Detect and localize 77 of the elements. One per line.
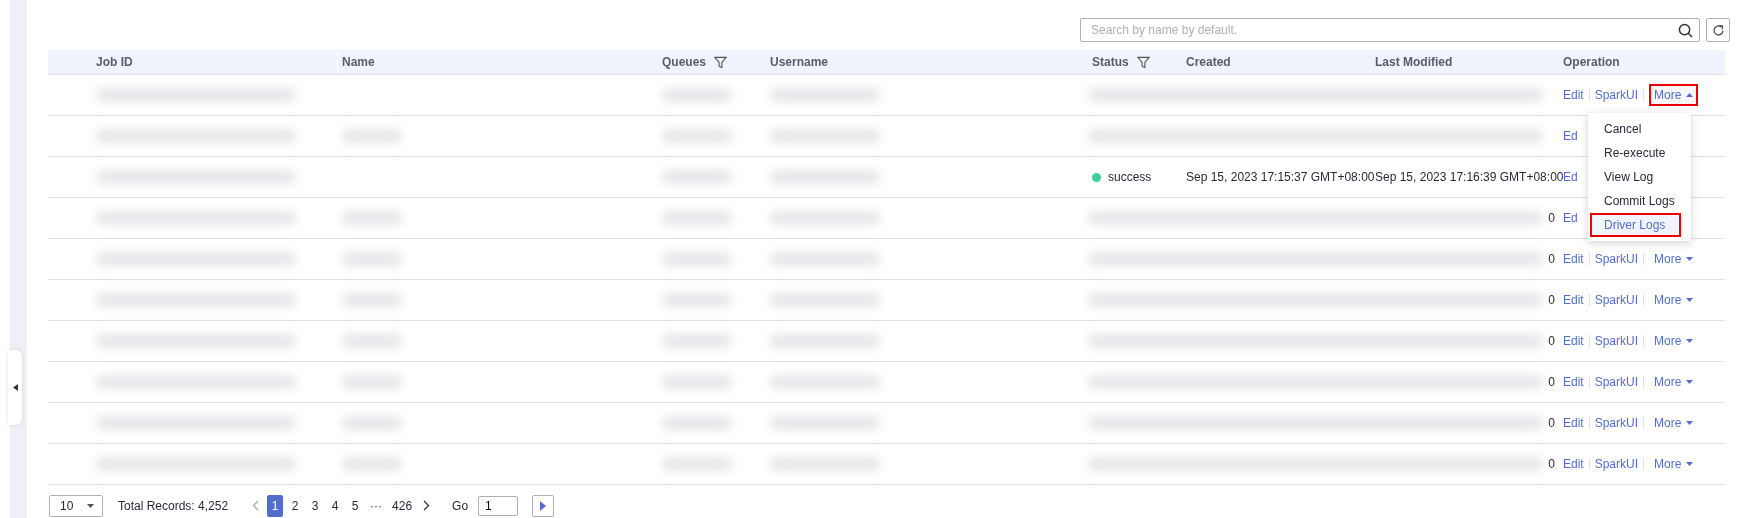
column-header: Last Modified [1375,55,1453,69]
collapse-handle[interactable] [8,350,22,425]
page-button[interactable]: 3 [307,494,324,517]
date-text: 0 [1548,416,1555,430]
status-text: success [1108,170,1152,184]
date-text: 0 [1548,293,1555,307]
play-icon [540,500,547,511]
chevron-right-icon[interactable] [423,500,431,511]
more-dropdown[interactable]: More [1649,248,1699,270]
page-button[interactable]: 4 [327,494,344,517]
search-icon [1678,23,1693,38]
go-label: Go [452,498,469,513]
menu-item[interactable]: View Log [1590,165,1689,189]
date-text: 0 [1548,457,1555,471]
operation-link[interactable]: Edit [1563,334,1584,348]
more-dropdown[interactable]: More [1649,412,1699,434]
operation-link[interactable]: Edit [1563,88,1584,102]
menu-item[interactable]: Re-execute [1590,141,1689,165]
caret-down-icon [87,503,94,508]
go-button[interactable] [532,494,555,517]
page-button[interactable]: 426 [389,494,416,517]
caret-icon [1686,380,1694,384]
search-field[interactable]: Search by name by default. [1080,18,1700,42]
page-button[interactable]: 1 [267,494,284,517]
page-input[interactable]: 1 [478,495,519,516]
more-dropdown[interactable]: More [1649,371,1699,393]
operation-link[interactable]: SparkUI [1594,416,1639,430]
operation-link[interactable]: SparkUI [1594,375,1639,389]
column-header: Created [1186,55,1231,69]
column-header: Operation [1563,55,1620,69]
date-text: 0 [1548,334,1555,348]
column-header: Queues [662,55,706,69]
filter-icon[interactable] [1136,55,1150,69]
more-dropdown[interactable]: More [1649,84,1699,106]
more-dropdown[interactable]: More [1649,453,1699,475]
date-text: Sep 15, 2023 17:15:37 GMT+08:00 [1186,170,1375,184]
caret-icon [1686,298,1694,302]
operation-link[interactable]: SparkUI [1594,457,1639,471]
date-text: 0 [1548,375,1555,389]
menu-item[interactable]: Driver Logs [1590,213,1681,237]
more-dropdown[interactable]: More [1649,330,1699,352]
caret-icon [1686,421,1694,425]
caret-icon [1686,339,1694,343]
operation-link[interactable]: Edit [1563,293,1584,307]
operation-link[interactable]: Ed [1563,211,1578,225]
column-header: Name [342,55,375,69]
operation-link[interactable]: SparkUI [1594,252,1639,266]
refresh-icon [1711,23,1725,37]
date-text: Sep 15, 2023 17:16:39 GMT+08:00 [1375,170,1564,184]
page-button[interactable]: 2 [287,494,304,517]
more-dropdown[interactable]: More [1649,289,1699,311]
date-text: 0 [1548,211,1555,225]
operation-link[interactable]: Edit [1563,375,1584,389]
operation-link[interactable]: SparkUI [1594,88,1639,102]
total-records: Total Records: 4,252 [118,498,229,513]
date-text: 0 [1548,252,1555,266]
menu-item[interactable]: Cancel [1590,117,1689,141]
operation-link[interactable]: Edit [1563,416,1584,430]
caret-left-icon [12,384,18,391]
column-header: Username [770,55,829,69]
caret-icon [1686,257,1694,261]
operation-link[interactable]: Ed [1563,129,1578,143]
menu-item[interactable]: Commit Logs [1590,189,1689,213]
caret-icon [1686,462,1694,466]
filter-icon[interactable] [714,55,727,69]
operation-link[interactable]: SparkUI [1594,334,1639,348]
operation-link[interactable]: Edit [1563,457,1584,471]
operation-link[interactable]: Edit [1563,252,1584,266]
operation-link[interactable]: SparkUI [1594,293,1639,307]
page-size-select[interactable]: 10 [49,494,103,517]
column-header: Status [1092,55,1129,69]
column-header: Job ID [96,55,133,69]
refresh-button[interactable] [1706,18,1730,42]
operation-link[interactable]: Ed [1563,170,1578,184]
caret-icon [1686,93,1694,97]
page-button[interactable]: 5 [347,494,364,517]
page-button[interactable]: ··· [367,494,386,517]
